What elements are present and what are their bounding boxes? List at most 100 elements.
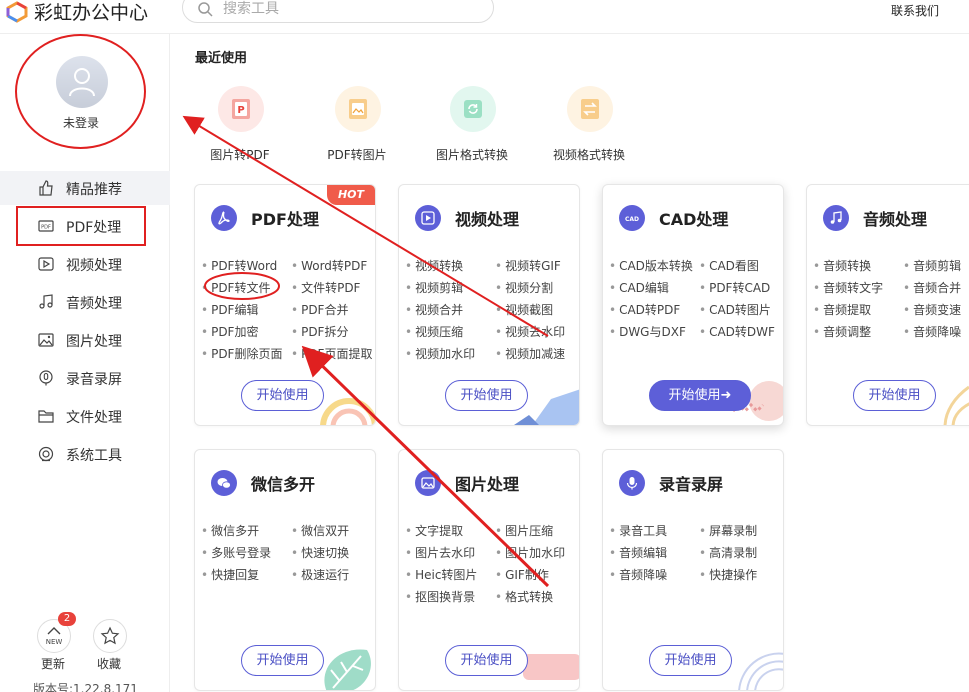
feature-link[interactable]: 极速运行 xyxy=(291,566,349,583)
feature-link[interactable]: CAD版本转换 xyxy=(609,257,693,274)
recent-item-pdf-to-image[interactable]: PDF转图片 xyxy=(297,86,417,166)
feature-link[interactable]: 多账号登录 xyxy=(201,544,271,561)
avatar[interactable] xyxy=(56,56,108,108)
cad-icon: CAD xyxy=(625,216,639,223)
feature-link[interactable]: GIF制作 xyxy=(495,566,549,583)
sidebar-item-video[interactable]: 视频处理 xyxy=(0,247,170,281)
feature-link[interactable]: 音频调整 xyxy=(813,323,871,340)
sidebar-item-system[interactable]: 系统工具 xyxy=(0,437,170,471)
sidebar-item-recording[interactable]: 录音录屏 xyxy=(0,361,170,395)
card-cad: CAD CAD处理 CAD版本转换 CAD看图 CAD编辑 PDF转CAD CA… xyxy=(602,184,784,426)
video-icon xyxy=(38,257,54,271)
feature-link[interactable]: CAD看图 xyxy=(699,257,759,274)
feature-link[interactable]: CAD转PDF xyxy=(609,301,680,318)
feature-link[interactable]: 音频合并 xyxy=(903,279,961,296)
sidebar-item-recommended[interactable]: 精品推荐 xyxy=(0,171,170,205)
feature-link[interactable]: CAD编辑 xyxy=(609,279,669,296)
feature-link[interactable]: 视频加水印 xyxy=(405,345,475,362)
feature-link[interactable]: 图片压缩 xyxy=(495,522,553,539)
favorite-button[interactable] xyxy=(93,619,127,653)
card-title: 音频处理 xyxy=(863,210,928,229)
sidebar-item-audio[interactable]: 音频处理 xyxy=(0,285,170,319)
feature-link[interactable]: PDF转文件 xyxy=(201,279,270,296)
contact-us-link[interactable]: 联系我们 xyxy=(891,2,939,19)
search-input[interactable] xyxy=(223,0,473,19)
card-audio: 音频处理 音频转换 音频剪辑 音频转文字 音频合并 音频提取 音频变速 音频调整… xyxy=(806,184,969,426)
feature-link[interactable]: 微信双开 xyxy=(291,522,349,539)
start-button[interactable]: 开始使用➜ xyxy=(649,380,751,411)
feature-link[interactable]: 视频剪辑 xyxy=(405,279,463,296)
feature-link[interactable]: 视频合并 xyxy=(405,301,463,318)
svg-text:P: P xyxy=(237,105,244,116)
start-button[interactable]: 开始使用 xyxy=(241,380,324,411)
feature-link[interactable]: 抠图换背景 xyxy=(405,588,475,605)
feature-link[interactable]: 视频分割 xyxy=(495,279,553,296)
feature-link[interactable]: 快捷操作 xyxy=(699,566,757,583)
feature-link[interactable]: PDF转CAD xyxy=(699,279,770,296)
feature-link[interactable]: 高清录制 xyxy=(699,544,757,561)
feature-link[interactable]: 快速切换 xyxy=(291,544,349,561)
star-icon xyxy=(100,626,120,645)
rainbow-decoration xyxy=(320,398,375,425)
card-icon-bg xyxy=(415,470,441,496)
feature-link[interactable]: 音频降噪 xyxy=(609,566,667,583)
feature-link[interactable]: PDF删除页面 xyxy=(201,345,282,362)
recent-section-title: 最近使用 xyxy=(195,51,248,66)
feature-link[interactable]: 音频编辑 xyxy=(609,544,667,561)
feature-link[interactable]: 文件转PDF xyxy=(291,279,360,296)
start-button[interactable]: 开始使用 xyxy=(241,645,324,676)
feature-link[interactable]: 视频压缩 xyxy=(405,323,463,340)
feature-link[interactable]: Heic转图片 xyxy=(405,566,477,583)
feature-link[interactable]: PDF转Word xyxy=(201,257,277,274)
feature-link[interactable]: 格式转换 xyxy=(495,588,553,605)
feature-link[interactable]: 视频转换 xyxy=(405,257,463,274)
login-status[interactable]: 未登录 xyxy=(63,114,99,131)
feature-link[interactable]: 视频加减速 xyxy=(495,345,565,362)
feature-link[interactable]: 录音工具 xyxy=(609,522,667,539)
recent-item-image-format[interactable]: 图片格式转换 xyxy=(412,86,532,166)
feature-link[interactable]: CAD转DWF xyxy=(699,323,775,340)
feature-link[interactable]: DWG与DXF xyxy=(609,323,686,340)
card-title: 图片处理 xyxy=(455,475,520,494)
card-icon-bg xyxy=(619,470,645,496)
brush-decoration xyxy=(523,654,579,680)
feature-link[interactable]: 音频提取 xyxy=(813,301,871,318)
feature-link[interactable]: 图片加水印 xyxy=(495,544,565,561)
feature-link[interactable]: 音频剪辑 xyxy=(903,257,961,274)
feature-link[interactable]: 视频去水印 xyxy=(495,323,565,340)
feature-link[interactable]: 屏幕录制 xyxy=(699,522,757,539)
sidebar-item-label: 录音录屏 xyxy=(66,372,122,388)
start-button[interactable]: 开始使用 xyxy=(853,380,936,411)
start-button[interactable]: 开始使用 xyxy=(649,645,732,676)
feature-link[interactable]: 音频降噪 xyxy=(903,323,961,340)
app-title: 彩虹办公中心 xyxy=(34,2,149,24)
image-icon xyxy=(38,333,54,347)
recent-item-image-to-pdf[interactable]: P 图片转PDF xyxy=(180,86,300,166)
feature-link[interactable]: PDF编辑 xyxy=(201,301,258,318)
sidebar-item-label: 系统工具 xyxy=(66,448,122,464)
sidebar-item-image[interactable]: 图片处理 xyxy=(0,323,170,357)
start-button[interactable]: 开始使用 xyxy=(445,380,528,411)
feature-link[interactable]: 音频转文字 xyxy=(813,279,883,296)
start-button[interactable]: 开始使用 xyxy=(445,645,528,676)
feature-link[interactable]: CAD转图片 xyxy=(699,301,771,318)
feature-link[interactable]: 图片去水印 xyxy=(405,544,475,561)
sidebar-item-label: 文件处理 xyxy=(66,410,122,426)
sidebar-item-file[interactable]: 文件处理 xyxy=(0,399,170,433)
feature-link[interactable]: 音频变速 xyxy=(903,301,961,318)
feature-link[interactable]: PDF拆分 xyxy=(291,323,348,340)
feature-link[interactable]: 视频转GIF xyxy=(495,257,561,274)
feature-link[interactable]: 视频截图 xyxy=(495,301,553,318)
feature-link[interactable]: PDF页面提取 xyxy=(291,345,372,362)
feature-link[interactable]: PDF合并 xyxy=(291,301,348,318)
monstera-leaf-decoration xyxy=(324,649,371,690)
music-note-icon xyxy=(39,294,53,309)
recent-item-video-format[interactable]: 视频格式转换 xyxy=(529,86,649,166)
search-box[interactable] xyxy=(182,0,494,23)
feature-link[interactable]: PDF加密 xyxy=(201,323,258,340)
feature-link[interactable]: 微信多开 xyxy=(201,522,259,539)
feature-link[interactable]: 音频转换 xyxy=(813,257,871,274)
feature-link[interactable]: Word转PDF xyxy=(291,257,367,274)
feature-link[interactable]: 文字提取 xyxy=(405,522,463,539)
feature-link[interactable]: 快捷回复 xyxy=(201,566,259,583)
